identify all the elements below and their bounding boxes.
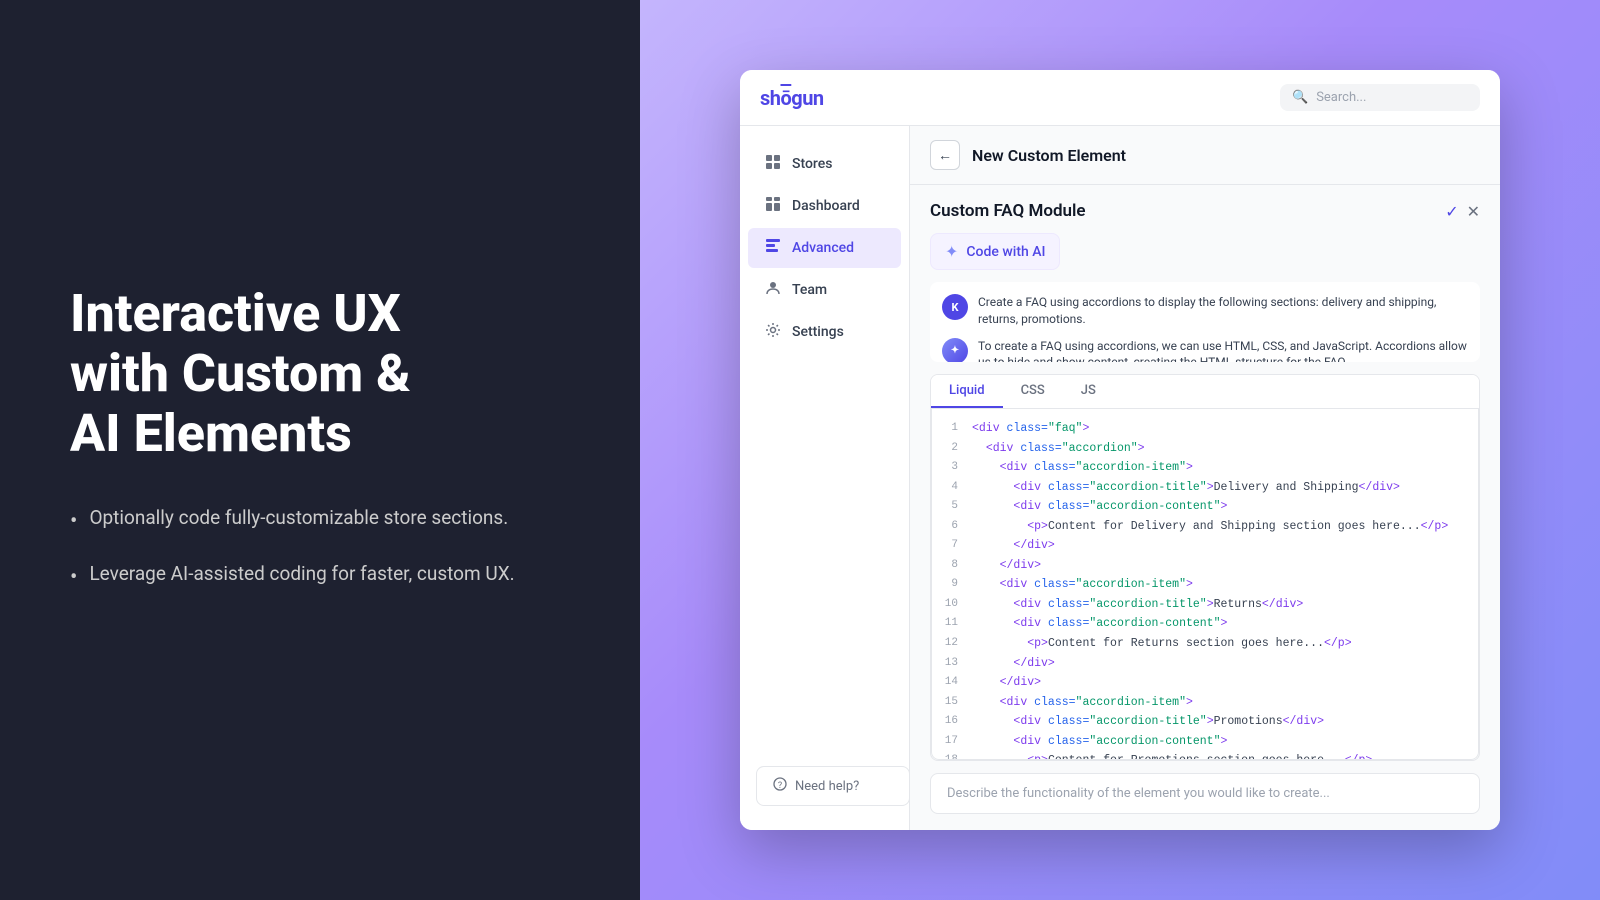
need-help-button[interactable]: ? Need help? bbox=[756, 766, 910, 806]
ai-star-icon: ✦ bbox=[945, 242, 958, 261]
code-line: 16 <div class="accordion-title">Promotio… bbox=[932, 712, 1478, 732]
app-logo: shōgun bbox=[760, 86, 824, 110]
describe-input[interactable]: Describe the functionality of the elemen… bbox=[930, 773, 1480, 814]
app-window: shōgun 🔍 Search... Stores bbox=[740, 70, 1500, 830]
code-line: 14 </div> bbox=[932, 673, 1478, 693]
code-line: 9 <div class="accordion-item"> bbox=[932, 575, 1478, 595]
sidebar-item-advanced[interactable]: Advanced bbox=[748, 228, 901, 268]
ai-code-button[interactable]: ✦ Code with AI bbox=[930, 233, 1060, 270]
bullet-text-1: Optionally code fully-customizable store… bbox=[89, 504, 508, 533]
left-panel: Interactive UXwith Custom &AI Elements O… bbox=[0, 0, 640, 900]
code-tabs: Liquid CSS JS bbox=[931, 375, 1479, 409]
chat-message-ai: ✦ To create a FAQ using accordions, we c… bbox=[942, 338, 1468, 362]
sidebar: Stores Dashboard Advanced bbox=[740, 126, 910, 830]
user-avatar: K bbox=[942, 294, 968, 320]
code-line: 15 <div class="accordion-item"> bbox=[932, 693, 1478, 713]
close-icon[interactable]: ✕ bbox=[1467, 202, 1480, 221]
element-actions: ✓ ✕ bbox=[1445, 202, 1480, 221]
code-wrapper: Liquid CSS JS 1<div class="faq"> 2 <div … bbox=[930, 374, 1480, 761]
sidebar-item-stores[interactable]: Stores bbox=[748, 144, 901, 184]
advanced-icon bbox=[764, 238, 782, 258]
code-line: 5 <div class="accordion-content"> bbox=[932, 497, 1478, 517]
app-header: shōgun 🔍 Search... bbox=[740, 70, 1500, 126]
need-help-label: Need help? bbox=[795, 779, 859, 794]
right-panel: shōgun 🔍 Search... Stores bbox=[640, 0, 1600, 900]
settings-label: Settings bbox=[792, 324, 844, 340]
list-item: Leverage AI-assisted coding for faster, … bbox=[70, 560, 515, 594]
top-bar: ← New Custom Element bbox=[910, 126, 1500, 185]
team-label: Team bbox=[792, 282, 827, 298]
stores-label: Stores bbox=[792, 156, 832, 172]
settings-icon bbox=[764, 322, 782, 342]
search-icon: 🔍 bbox=[1292, 90, 1308, 105]
code-line: 18 <p>Content for Promotions section goe… bbox=[932, 751, 1478, 760]
team-icon bbox=[764, 280, 782, 300]
code-line: 3 <div class="accordion-item"> bbox=[932, 458, 1478, 478]
list-item: Optionally code fully-customizable store… bbox=[70, 504, 515, 538]
ai-avatar: ✦ bbox=[942, 338, 968, 362]
ai-message-text: To create a FAQ using accordions, we can… bbox=[978, 338, 1468, 362]
back-button[interactable]: ← bbox=[930, 140, 960, 170]
dashboard-label: Dashboard bbox=[792, 198, 860, 214]
code-line: 13 </div> bbox=[932, 654, 1478, 674]
ai-button-label: Code with AI bbox=[966, 244, 1045, 260]
feature-list: Optionally code fully-customizable store… bbox=[70, 504, 515, 594]
tab-liquid[interactable]: Liquid bbox=[931, 375, 1003, 408]
help-icon: ? bbox=[773, 777, 787, 795]
tab-css[interactable]: CSS bbox=[1003, 375, 1063, 408]
page-title: New Custom Element bbox=[972, 146, 1126, 165]
tab-js[interactable]: JS bbox=[1063, 375, 1114, 408]
svg-text:?: ? bbox=[778, 781, 782, 791]
sidebar-item-team[interactable]: Team bbox=[748, 270, 901, 310]
element-name: Custom FAQ Module bbox=[930, 201, 1086, 221]
code-line: 12 <p>Content for Returns section goes h… bbox=[932, 634, 1478, 654]
code-line: 2 <div class="accordion"> bbox=[932, 439, 1478, 459]
sidebar-item-settings[interactable]: Settings bbox=[748, 312, 901, 352]
code-line: 6 <p>Content for Delivery and Shipping s… bbox=[932, 517, 1478, 537]
dashboard-icon bbox=[764, 196, 782, 216]
code-lines: 1<div class="faq"> 2 <div class="accordi… bbox=[932, 409, 1478, 760]
search-bar[interactable]: 🔍 Search... bbox=[1280, 84, 1480, 111]
code-line: 8 </div> bbox=[932, 556, 1478, 576]
element-name-row: Custom FAQ Module ✓ ✕ bbox=[930, 201, 1480, 221]
bullet-text-2: Leverage AI-assisted coding for faster, … bbox=[89, 560, 514, 589]
left-content: Interactive UXwith Custom &AI Elements O… bbox=[70, 284, 515, 615]
search-placeholder-text: Search... bbox=[1316, 90, 1366, 105]
chat-message-user: K Create a FAQ using accordions to displ… bbox=[942, 294, 1468, 328]
code-editor: 1<div class="faq"> 2 <div class="accordi… bbox=[931, 409, 1479, 760]
code-line: 10 <div class="accordion-title">Returns<… bbox=[932, 595, 1478, 615]
code-line: 1<div class="faq"> bbox=[932, 419, 1478, 439]
stores-icon bbox=[764, 154, 782, 174]
code-line: 11 <div class="accordion-content"> bbox=[932, 614, 1478, 634]
check-icon[interactable]: ✓ bbox=[1445, 202, 1458, 221]
code-line: 17 <div class="accordion-content"> bbox=[932, 732, 1478, 752]
user-message-text: Create a FAQ using accordions to display… bbox=[978, 294, 1468, 328]
advanced-label: Advanced bbox=[792, 240, 854, 256]
sidebar-item-dashboard[interactable]: Dashboard bbox=[748, 186, 901, 226]
code-line: 7 </div> bbox=[932, 536, 1478, 556]
code-line: 4 <div class="accordion-title">Delivery … bbox=[932, 478, 1478, 498]
chat-area: K Create a FAQ using accordions to displ… bbox=[930, 282, 1480, 362]
hero-title: Interactive UXwith Custom &AI Elements bbox=[70, 284, 515, 463]
app-body: Stores Dashboard Advanced bbox=[740, 126, 1500, 830]
main-content: ← New Custom Element Custom FAQ Module ✓… bbox=[910, 126, 1500, 830]
editor-area: Custom FAQ Module ✓ ✕ ✦ Code with AI bbox=[910, 185, 1500, 830]
